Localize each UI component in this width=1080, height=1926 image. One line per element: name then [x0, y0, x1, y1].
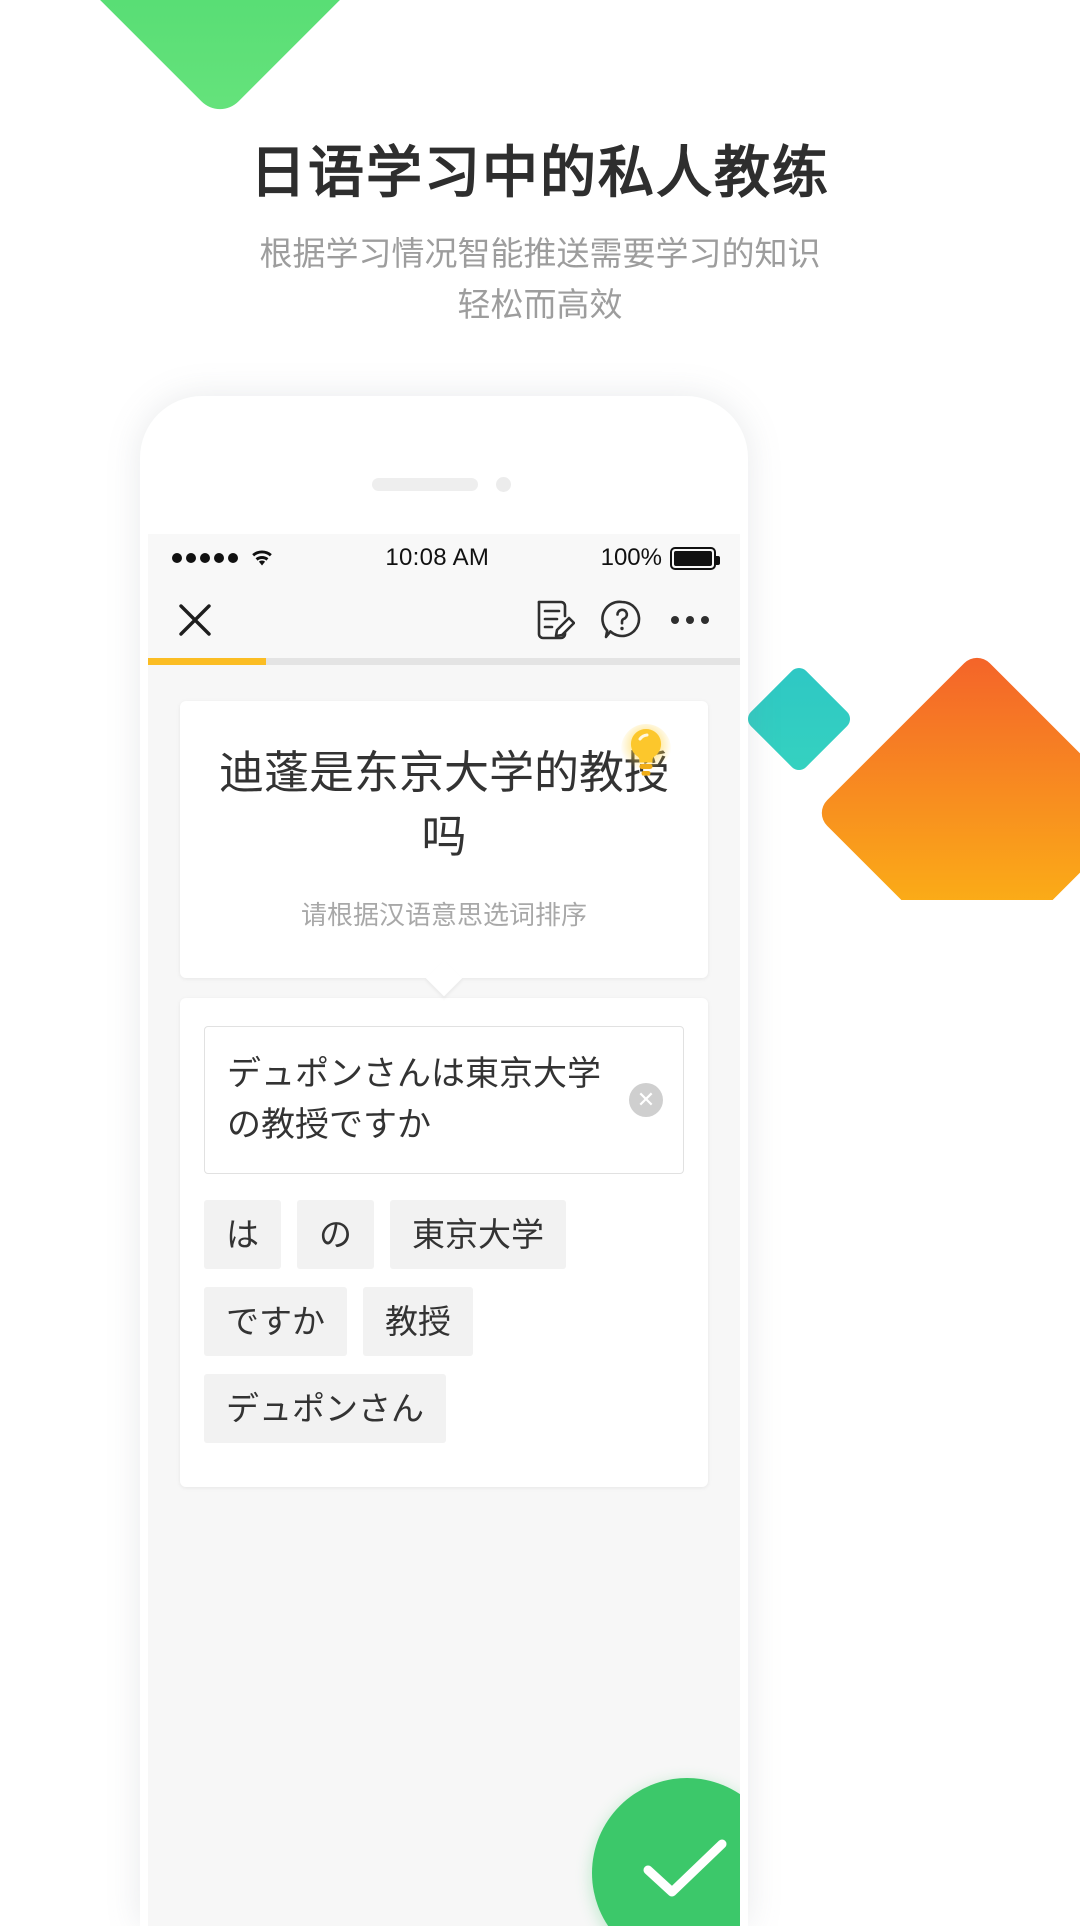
lesson-progress-fill	[148, 658, 267, 665]
battery-icon	[670, 546, 720, 570]
page-subtitle-line: 轻松而高效	[457, 286, 623, 324]
app-toolbar	[148, 582, 740, 658]
page-subtitle: 根据学习情况智能推送需要学习的知识 轻松而高效	[0, 228, 1080, 330]
word-chip[interactable]: 教授	[363, 1286, 473, 1356]
wifi-icon	[250, 549, 274, 567]
lesson-progress-track	[148, 658, 740, 665]
orange-arrow-shape	[814, 650, 1080, 900]
status-bar-right: 100%	[600, 544, 720, 572]
front-camera	[496, 477, 511, 492]
phone-screen: 10:08 AM 100% 迪蓬是东京大学的教授吗 请根据汉语意思选词排序 デュ…	[148, 534, 740, 1926]
signal-strength-icon	[172, 553, 238, 563]
submit-button[interactable]	[592, 1778, 740, 1926]
battery-percent-label: 100%	[600, 544, 662, 571]
word-chip-list: はの東京大学 ですか 教授デュポンさん	[204, 1199, 684, 1443]
status-bar: 10:08 AM 100%	[148, 534, 740, 582]
green-triangle-decoration	[70, 0, 370, 120]
word-chip[interactable]: の	[297, 1199, 374, 1269]
phone-mockup: 10:08 AM 100% 迪蓬是东京大学的教授吗 请根据汉语意思选词排序 デュ…	[140, 396, 748, 1926]
answer-card: デュポンさんは東京大学の教授ですか ✕ はの東京大学 ですか 教授 デュポンさん	[180, 997, 708, 1487]
card-notch	[425, 959, 463, 997]
teal-arrow-shape	[743, 663, 855, 775]
word-chip[interactable]: デュポンさん	[204, 1373, 446, 1443]
status-bar-time: 10:08 AM	[385, 544, 490, 571]
phone-top-bezel	[140, 396, 748, 536]
word-chip[interactable]: ですか	[204, 1286, 347, 1356]
word-chip[interactable]: は	[204, 1199, 281, 1269]
answer-input-box[interactable]: デュポンさんは東京大学の教授ですか ✕	[204, 1025, 684, 1174]
lightbulb-icon[interactable]	[620, 723, 672, 785]
close-icon[interactable]	[172, 597, 218, 643]
arrow-decoration	[742, 640, 1080, 900]
check-icon	[643, 1839, 727, 1897]
word-chip[interactable]: 東京大学	[390, 1199, 566, 1269]
question-instruction: 请根据汉语意思选词排序	[300, 899, 587, 930]
green-triangle-shape	[70, 0, 370, 120]
question-text: 迪蓬是东京大学的教授吗	[218, 747, 669, 862]
page-title: 日语学习中的私人教练	[250, 141, 830, 204]
question-card: 迪蓬是东京大学的教授吗 请根据汉语意思选词排序	[180, 701, 708, 997]
question-mark-icon[interactable]	[596, 594, 648, 646]
page-subtitle-line: 根据学习情况智能推送需要学习的知识	[259, 235, 821, 272]
note-edit-icon[interactable]	[528, 594, 580, 646]
more-dots-icon[interactable]	[664, 594, 716, 646]
speaker-grille	[372, 478, 478, 491]
clear-circle-icon[interactable]: ✕	[629, 1082, 663, 1117]
status-bar-left	[172, 549, 274, 567]
answer-text: デュポンさんは東京大学の教授ですか	[227, 1054, 601, 1144]
